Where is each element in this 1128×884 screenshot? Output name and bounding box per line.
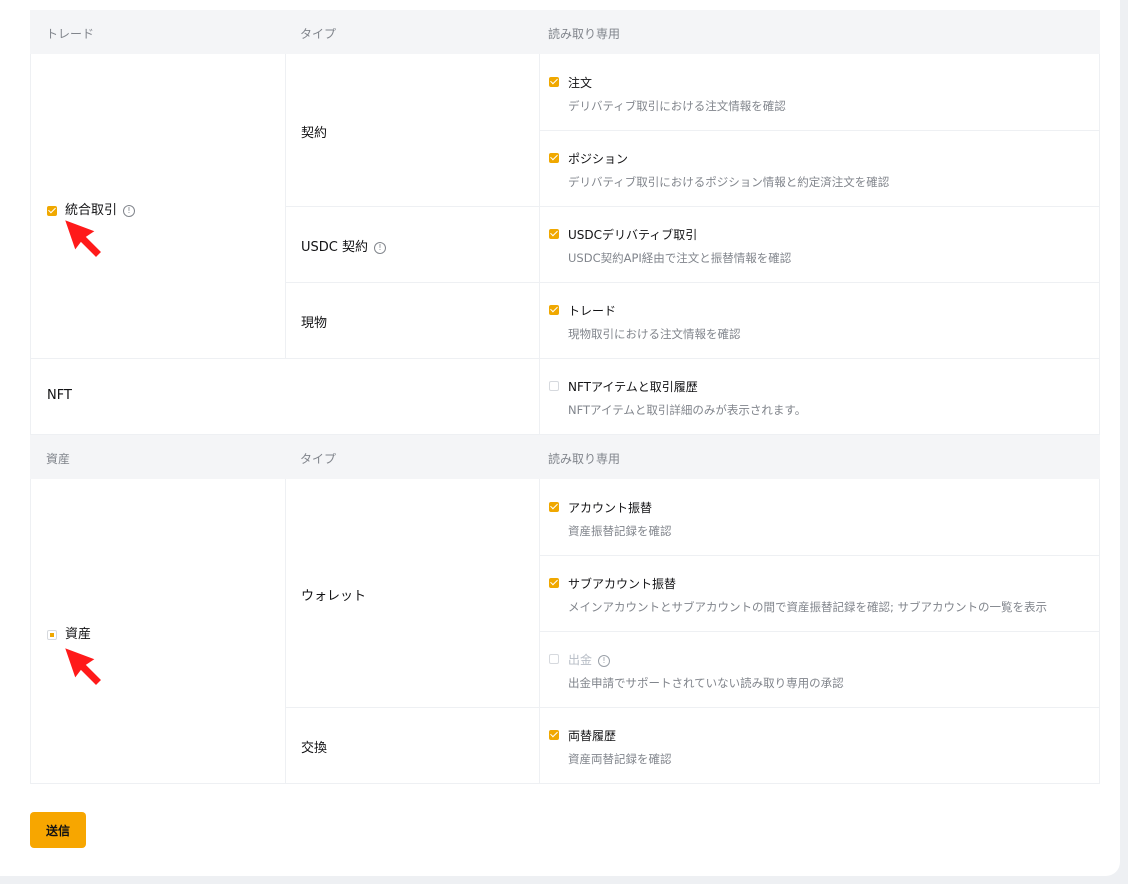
checkbox-unified-trading[interactable] (47, 205, 57, 216)
checkbox-nft[interactable] (549, 381, 559, 391)
table-header: 資産 タイプ 読み取り専用 (30, 435, 1100, 479)
header-read-only: 読み取り専用 (548, 452, 621, 466)
type-spot: 現物 (301, 316, 328, 331)
table-header: トレード タイプ 読み取り専用 (30, 10, 1100, 54)
checkbox-subaccount-transfer[interactable] (549, 578, 559, 588)
checkbox-withdrawal-disabled (549, 654, 559, 664)
checkbox-assets-partial[interactable] (47, 629, 57, 640)
type-usdc-contract: USDC 契約! (301, 236, 386, 255)
asset-permissions-table: 資産 タイプ 読み取り専用 資産 ウォレット 交換 アカウント振替 資産振替記録… (30, 435, 1100, 784)
table-body: 資産 ウォレット 交換 アカウント振替 資産振替記録を確認 サブアカウント振替 … (30, 479, 1100, 784)
api-permissions-card: トレード タイプ 読み取り専用 統合取引! 契約 USDC 契約! 現物 注文 … (0, 0, 1120, 876)
header-trade: トレード (46, 27, 95, 41)
header-type: タイプ (300, 452, 337, 466)
trade-permissions-table: トレード タイプ 読み取り専用 統合取引! 契約 USDC 契約! 現物 注文 … (30, 10, 1100, 435)
type-contract: 契約 (301, 126, 328, 141)
checkbox-exchange-history[interactable] (549, 730, 559, 740)
info-icon[interactable]: ! (374, 241, 386, 254)
checkbox-spot-trade[interactable] (549, 305, 559, 315)
header-type: タイプ (300, 27, 337, 41)
checkbox-position[interactable] (549, 153, 559, 163)
checkbox-order[interactable] (549, 77, 559, 87)
submit-button[interactable]: 送信 (30, 812, 86, 848)
info-icon[interactable]: ! (123, 204, 136, 217)
type-exchange: 交換 (301, 741, 328, 756)
pointer-arrow-icon (62, 217, 104, 260)
group-assets[interactable]: 資産 (47, 623, 91, 642)
type-wallet: ウォレット (301, 589, 367, 604)
pointer-arrow-icon (62, 645, 104, 688)
info-icon[interactable]: ! (598, 654, 611, 667)
group-nft: NFT (47, 388, 72, 403)
header-assets: 資産 (46, 452, 71, 466)
checkbox-usdc-derivatives[interactable] (549, 229, 559, 239)
header-read-only: 読み取り専用 (548, 27, 621, 41)
table-body: 統合取引! 契約 USDC 契約! 現物 注文 デリバティブ取引における注文情報… (30, 54, 1100, 435)
checkbox-account-transfer[interactable] (549, 502, 559, 512)
group-label: 資産 (65, 627, 92, 642)
